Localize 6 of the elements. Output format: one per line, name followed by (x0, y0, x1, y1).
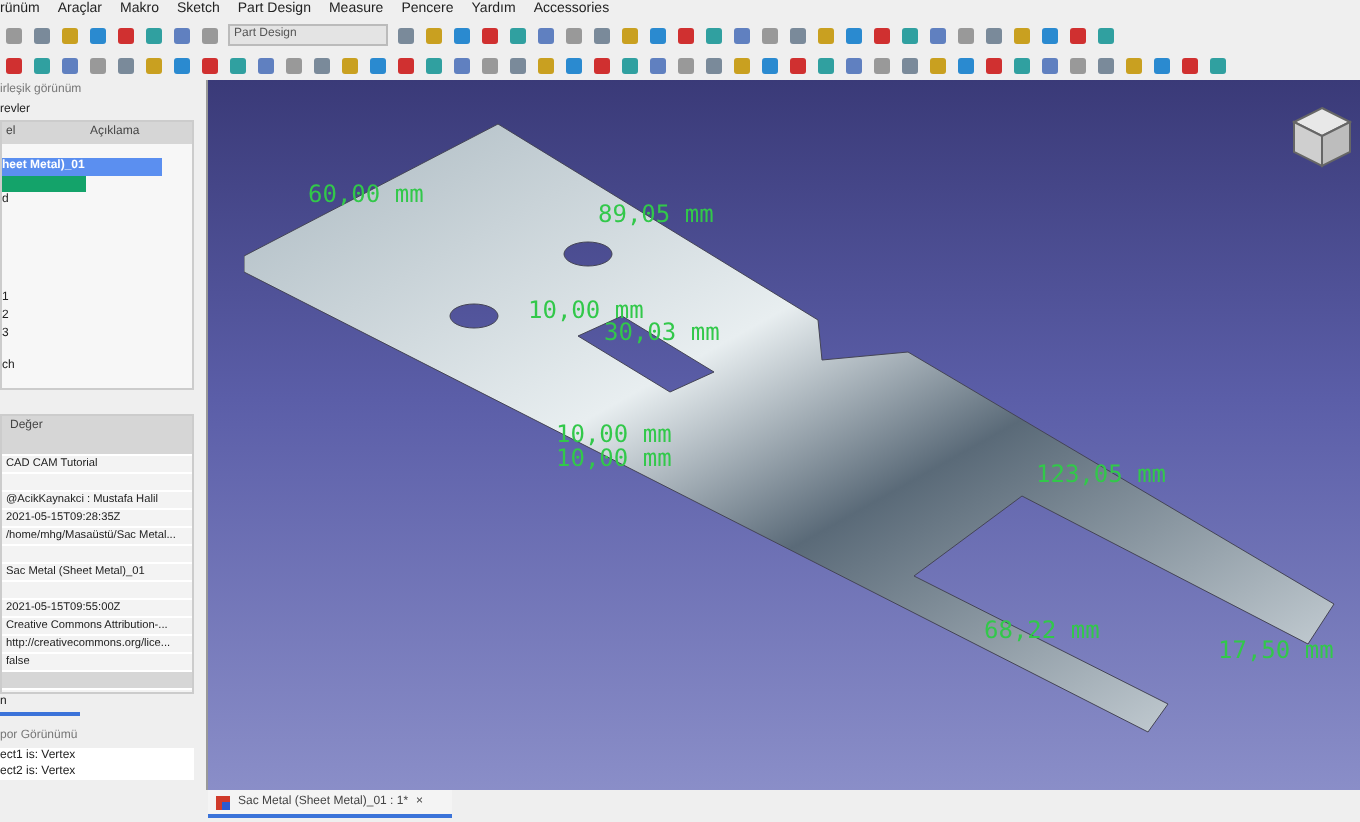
highlight-bar (2, 176, 86, 192)
dimension-label: 10,00 mm (528, 294, 644, 324)
document-icon (216, 795, 230, 809)
dimension-label: 17,50 mm (1218, 634, 1334, 668)
dimension-label: 123,05 mm (1036, 458, 1167, 492)
dimension-label: 10,00 mm (556, 418, 672, 448)
